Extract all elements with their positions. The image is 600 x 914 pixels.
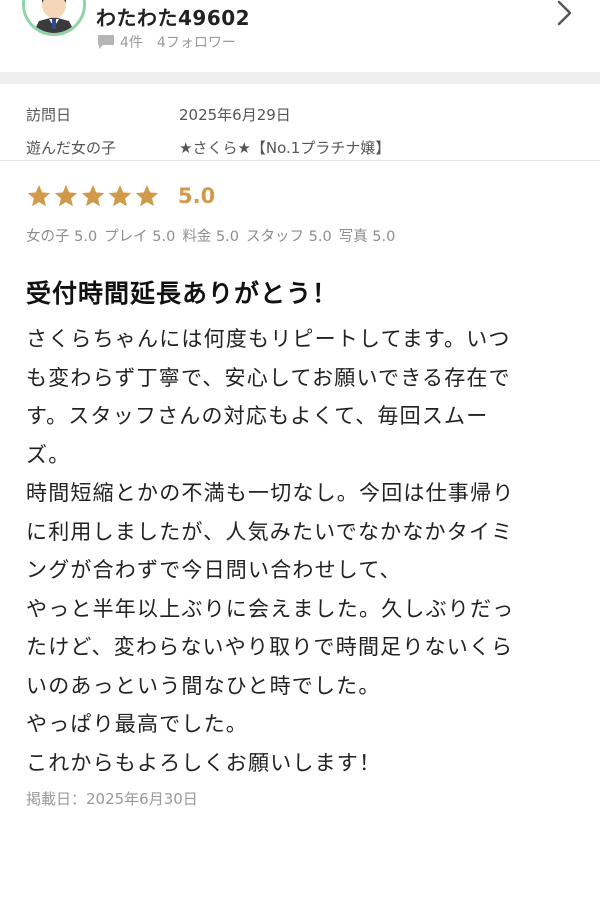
star-icon: [81, 184, 105, 207]
sub-rating-price: 料金 5.0: [182, 229, 240, 245]
girl-name-link[interactable]: ★さくら★【No.1プラチナ嬢】: [179, 137, 390, 158]
review-line: たけど、変わらないやり取りで時間足りないくら: [26, 635, 514, 659]
star-icon: [27, 184, 51, 207]
avatar[interactable]: [22, 0, 86, 36]
posted-date: 掲載日：2025年6月30日: [26, 790, 198, 808]
reviewer-name[interactable]: わたわた49602: [96, 2, 250, 31]
sub-rating-photo: 写真 5.0: [338, 229, 396, 245]
review-line: す。スタッフさんの対応もよくて、毎回スムー: [26, 404, 489, 428]
review-line: も変わらず丁寧で、安心してお願いできる存在で: [26, 365, 511, 390]
rating-section: 5.0 女の子 5.0 プレイ 5.0 料金 5.0 スタッフ 5.0 写真 5…: [0, 161, 600, 246]
star-icon: [135, 184, 159, 207]
review-line: さくらちゃんには何度もリピートしてます。いつ: [26, 327, 511, 351]
comment-icon: [98, 35, 114, 49]
review-body: さくらちゃんには何度もリピートしてます。いつ も変わらず丁寧で、安心してお願いで…: [26, 320, 574, 782]
visit-info: 訪問日 2025年6月29日 遊んだ女の子 ★さくら★【No.1プラチナ嬢】: [0, 84, 600, 161]
girl-row: 遊んだ女の子 ★さくら★【No.1プラチナ嬢】: [26, 131, 574, 164]
visit-date-value: 2025年6月29日: [179, 106, 291, 124]
reviewer-header[interactable]: わたわた49602 4件 4フォロワー: [0, 0, 600, 72]
review-line: に利用しましたが、人気みたいでなかなかタイミ: [26, 519, 514, 544]
visit-date-label: 訪問日: [26, 106, 72, 124]
sub-rating-girl: 女の子 5.0: [26, 229, 98, 245]
review-count: 4件: [120, 35, 143, 51]
review-line: これからもよろしくお願いします！: [26, 750, 382, 775]
review-line: 時間短縮とかの不満も一切なし。今回は仕事帰り: [26, 481, 515, 505]
review-line: やっと半年以上ぶりに会えました。久しぶりだっ: [26, 596, 515, 621]
follower-count: 4フォロワー: [156, 35, 236, 51]
sub-rating-staff: スタッフ 5.0: [246, 229, 332, 245]
star-icon: [54, 184, 78, 207]
review-line: やっぱり最高でした。: [26, 712, 248, 736]
section-divider: [0, 72, 600, 84]
sub-ratings: 女の子 5.0 プレイ 5.0 料金 5.0 スタッフ 5.0 写真 5.0: [26, 225, 574, 246]
visit-date-row: 訪問日 2025年6月29日: [26, 98, 574, 131]
chevron-right-icon[interactable]: [556, 0, 574, 26]
rating-score: 5.0: [178, 184, 216, 208]
review-line: ズ。: [26, 442, 71, 467]
star-rating: 5.0: [26, 181, 574, 211]
sub-rating-play: プレイ 5.0: [104, 229, 176, 245]
review-line: ングが合わずで今日問い合わせして、: [26, 558, 402, 582]
avatar-image: [25, 0, 83, 33]
reviewer-stats: 4件 4フォロワー: [97, 32, 236, 52]
girl-label: 遊んだ女の子: [26, 139, 117, 157]
review: 受付時間延長ありがとう！ さくらちゃんには何度もリピートしてます。いつ も変わら…: [0, 246, 600, 782]
review-line: いのあっという間なひと時でした。: [26, 673, 381, 698]
review-title: 受付時間延長ありがとう！: [26, 279, 339, 308]
star-icon: [108, 184, 132, 207]
